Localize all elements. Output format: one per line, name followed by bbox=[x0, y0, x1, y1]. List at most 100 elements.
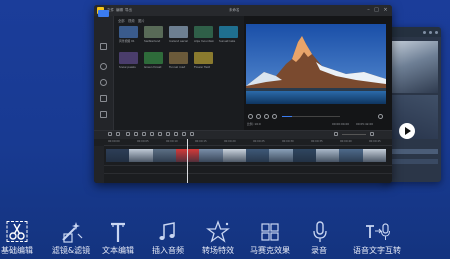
media-thumbnail-label: 风景视频 01 bbox=[119, 39, 135, 43]
overlay-tool-icon[interactable] bbox=[100, 79, 107, 86]
feature-text[interactable]: 文本编辑 bbox=[98, 218, 138, 259]
media-tab-all[interactable]: 全部 bbox=[118, 19, 125, 24]
video-clip[interactable] bbox=[129, 149, 154, 162]
media-thumbnail-label: Snow peaks bbox=[119, 65, 136, 69]
minimize-icon[interactable]: – bbox=[366, 8, 371, 13]
menu-export[interactable]: 导出 bbox=[125, 7, 132, 14]
media-thumbnail-label: Tunnel road bbox=[169, 65, 186, 69]
video-clip[interactable] bbox=[222, 149, 247, 162]
video-clip[interactable] bbox=[246, 149, 270, 162]
playback-progress[interactable] bbox=[282, 116, 340, 117]
delete-icon[interactable] bbox=[126, 132, 130, 136]
feature-music[interactable]: 插入音频 bbox=[148, 218, 188, 259]
mosaic-tool-icon[interactable] bbox=[166, 132, 170, 136]
duration: 00:05:42.00 bbox=[356, 122, 374, 126]
rotate-icon[interactable] bbox=[158, 132, 162, 136]
transition-tool-icon[interactable] bbox=[100, 95, 107, 102]
playhead[interactable] bbox=[187, 139, 188, 183]
feature-label: 语音文字互转 bbox=[353, 246, 401, 255]
video-track[interactable] bbox=[106, 149, 386, 162]
prev-frame-icon[interactable] bbox=[248, 114, 253, 119]
media-thumbnail[interactable] bbox=[119, 52, 138, 64]
feature-magic-wand[interactable]: 滤镜&滤镜 bbox=[50, 218, 92, 259]
next-frame-icon[interactable] bbox=[272, 114, 277, 119]
secondary-window-dot bbox=[435, 31, 438, 34]
undo-icon[interactable] bbox=[108, 132, 112, 136]
video-clip[interactable] bbox=[339, 149, 364, 162]
media-thumbnail[interactable] bbox=[194, 52, 213, 64]
feature-mosaic[interactable]: 马赛克效果 bbox=[246, 218, 294, 259]
ruler-tick-label: 00:00:05 bbox=[137, 140, 149, 143]
speech-to-text-icon bbox=[362, 218, 392, 246]
star-icon bbox=[203, 218, 233, 246]
video-clip[interactable] bbox=[152, 149, 177, 162]
video-clip[interactable] bbox=[316, 149, 340, 162]
video-clip[interactable] bbox=[292, 149, 317, 162]
media-thumbnail-label: Iceland aerial bbox=[169, 39, 188, 43]
ruler-tick-label: 00:00:30 bbox=[282, 140, 294, 143]
media-thumbnail[interactable] bbox=[169, 52, 188, 64]
feature-star[interactable]: 转场特效 bbox=[198, 218, 238, 259]
element-tool-icon[interactable] bbox=[100, 111, 107, 118]
maximize-icon[interactable]: □ bbox=[374, 8, 379, 13]
zoom-in-icon[interactable] bbox=[370, 132, 374, 136]
filter-tool-icon[interactable] bbox=[100, 63, 107, 70]
track-header bbox=[94, 146, 104, 183]
feature-scissors[interactable]: 基础编辑 bbox=[0, 218, 34, 259]
music-icon bbox=[153, 218, 183, 246]
microphone-icon bbox=[305, 218, 335, 246]
feature-microphone[interactable]: 录音 bbox=[305, 218, 333, 259]
media-thumbnail[interactable] bbox=[194, 26, 213, 38]
video-clip[interactable] bbox=[106, 149, 130, 162]
secondary-window-dot bbox=[423, 31, 426, 34]
feature-label: 插入音频 bbox=[152, 246, 184, 255]
magic-wand-icon bbox=[56, 218, 86, 246]
play-icon[interactable] bbox=[256, 114, 261, 119]
freeze-icon[interactable] bbox=[174, 132, 178, 136]
close-icon[interactable]: × bbox=[383, 8, 388, 13]
mosaic-icon bbox=[255, 218, 285, 246]
zoom-slider[interactable] bbox=[342, 134, 366, 135]
video-clip[interactable] bbox=[269, 149, 294, 162]
crop-icon[interactable] bbox=[142, 132, 146, 136]
media-thumbnail[interactable] bbox=[169, 26, 188, 38]
fullscreen-icon[interactable] bbox=[378, 114, 383, 119]
media-tab-video[interactable]: 视频 bbox=[128, 19, 135, 24]
media-thumbnail-label: Sunset lake bbox=[219, 39, 236, 43]
stop-icon[interactable] bbox=[264, 114, 269, 119]
voice-icon[interactable] bbox=[190, 132, 194, 136]
playback-progress-fill bbox=[282, 116, 292, 117]
speed-icon[interactable] bbox=[150, 132, 154, 136]
ruler-tick-label: 00:00:15 bbox=[195, 140, 207, 143]
aspect-ratio-label[interactable]: 比例: 16:9 bbox=[247, 122, 261, 126]
preview-image bbox=[246, 24, 386, 104]
track-divider bbox=[104, 165, 392, 166]
media-tab-image[interactable]: 图片 bbox=[138, 19, 145, 24]
redo-icon[interactable] bbox=[116, 132, 120, 136]
media-thumbnail[interactable] bbox=[119, 26, 138, 38]
ruler-tick-label: 00:00:25 bbox=[253, 140, 265, 143]
text-tool-icon[interactable] bbox=[100, 43, 107, 50]
feature-speech-to-text[interactable]: 语音文字互转 bbox=[347, 218, 407, 259]
zoom-out-icon[interactable] bbox=[334, 132, 338, 136]
current-time: 00:00:00.00 bbox=[332, 122, 350, 126]
media-thumbnail-label: Green forest bbox=[144, 65, 162, 69]
editor-window: 文件 编辑 导出 未命名 – □ × 全部 视频 图片 比例: 16:9 00:… bbox=[94, 5, 392, 183]
video-clip[interactable] bbox=[362, 149, 386, 162]
ruler-tick-label: 00:00:10 bbox=[166, 140, 178, 143]
media-thumbnail[interactable] bbox=[219, 26, 238, 38]
media-thumbnail[interactable] bbox=[144, 26, 163, 38]
media-thumbnail[interactable] bbox=[144, 52, 163, 64]
video-clip[interactable] bbox=[199, 149, 224, 162]
media-thumbnail-label: Switzerland bbox=[144, 39, 161, 43]
play-button[interactable] bbox=[399, 123, 415, 139]
feature-label: 基础编辑 bbox=[1, 246, 33, 255]
feature-label: 录音 bbox=[311, 246, 327, 255]
split-icon[interactable] bbox=[134, 132, 138, 136]
window-title: 未命名 bbox=[229, 8, 240, 12]
duration-icon[interactable] bbox=[182, 132, 186, 136]
media-tool-icon[interactable] bbox=[98, 10, 109, 17]
media-thumbnail-label: Alps mountain bbox=[194, 39, 215, 43]
mountain-preview bbox=[246, 24, 386, 104]
menu-edit[interactable]: 编辑 bbox=[116, 7, 123, 14]
